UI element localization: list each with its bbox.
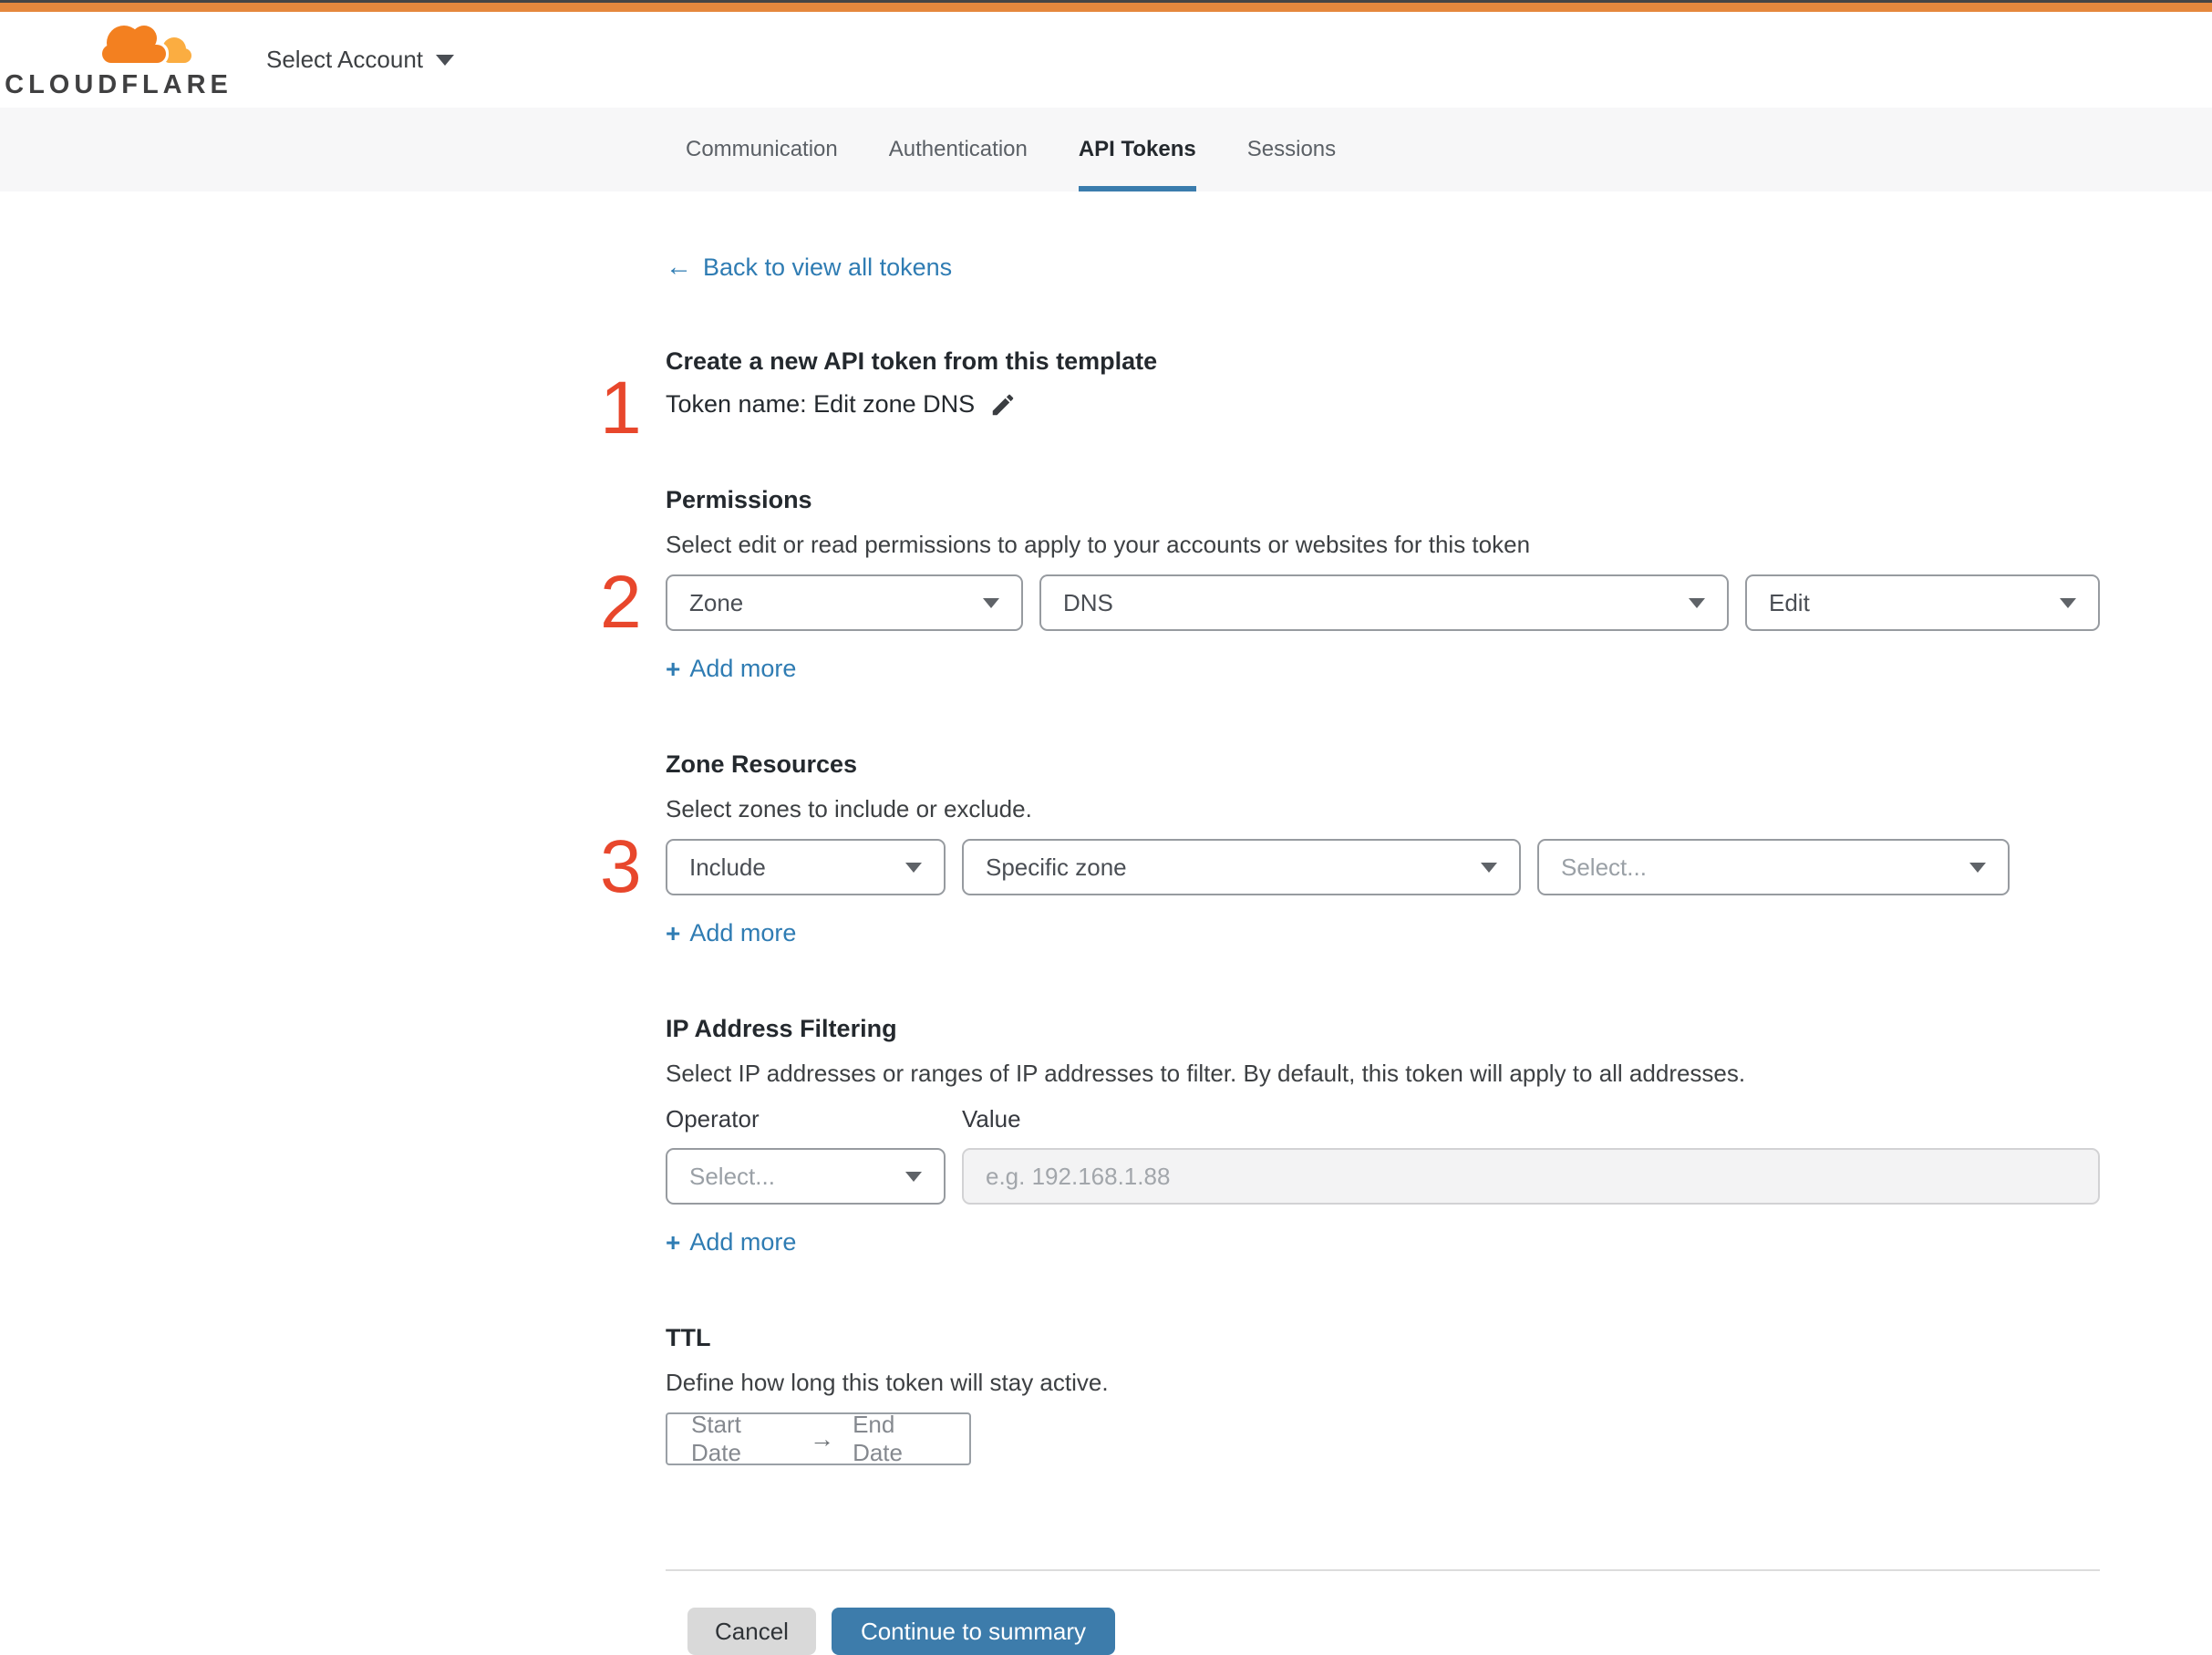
caret-down-icon [905,862,922,873]
continue-to-summary-button[interactable]: Continue to summary [831,1608,1116,1655]
footer-actions: Cancel Continue to summary [666,1608,2100,1655]
ip-filtering-row: Select... [666,1148,2100,1205]
caret-down-icon [2060,597,2076,608]
permissions-section: Permissions Select edit or read permissi… [600,486,2100,683]
ttl-date-range-picker[interactable]: Start Date → End Date [666,1411,971,1466]
caret-down-icon [905,1171,922,1182]
top-accent-bar [0,0,2212,12]
ip-filtering-title: IP Address Filtering [666,1015,897,1042]
permission-scope-select[interactable]: Zone [666,574,1023,631]
zone-name-select[interactable]: Select... [1537,839,2010,895]
plus-icon: + [666,1227,681,1257]
tab-bar: Communication Authentication API Tokens … [0,108,2212,191]
zone-type-select[interactable]: Specific zone [962,839,1521,895]
header: CLOUDFLARE Select Account [0,12,2212,108]
permissions-description: Select edit or read permissions to apply… [666,531,1531,558]
back-to-tokens-link[interactable]: ← Back to view all tokens [666,253,952,282]
ip-filtering-add-more-link[interactable]: + Add more [666,1228,796,1257]
start-date-label: Start Date [691,1411,741,1466]
zone-resources-select-row: 3 Include Specific zone Select... [600,830,2100,905]
permission-access-select[interactable]: Edit [1745,574,2100,631]
plus-icon: + [666,654,681,683]
step-number-3: 3 [600,825,642,908]
permissions-add-more-link[interactable]: + Add more [666,655,796,683]
zone-resources-section: Zone Resources Select zones to include o… [600,750,2100,947]
zone-resources-description: Select zones to include or exclude. [666,795,1032,822]
back-arrow-icon: ← [666,253,692,282]
ip-value-input[interactable] [962,1148,2100,1205]
template-section: Create a new API token from this templat… [600,347,2100,445]
permissions-title: Permissions [666,486,812,513]
tab-communication[interactable]: Communication [686,108,838,191]
tab-sessions[interactable]: Sessions [1247,108,1336,191]
permissions-select-row: 2 Zone DNS Edit [600,565,2100,640]
back-link-label: Back to view all tokens [703,253,953,281]
ttl-description: Define how long this token will stay act… [666,1369,1109,1396]
edit-pencil-icon[interactable] [989,391,1017,419]
ip-filtering-labels: Operator Value [666,1105,2100,1133]
account-selector[interactable]: Select Account [266,46,454,74]
ttl-section: TTL Define how long this token will stay… [666,1324,2100,1466]
arrow-right-icon: → [810,1424,835,1453]
tab-authentication[interactable]: Authentication [889,108,1028,191]
token-name-text: Token name: Edit zone DNS [666,390,976,418]
caret-down-icon [983,597,999,608]
step-number-1: 1 [600,366,642,450]
caret-down-icon [1689,597,1705,608]
token-name-row: 1 Token name: Edit zone DNS [600,370,2100,445]
end-date-label: End Date [853,1411,903,1466]
ip-filtering-section: IP Address Filtering Select IP addresses… [666,1015,2100,1257]
cloudflare-logo: CLOUDFLARE [5,19,228,100]
ip-filtering-description: Select IP addresses or ranges of IP addr… [666,1060,1746,1087]
plus-icon: + [666,918,681,947]
chevron-down-icon [436,54,454,66]
zone-include-select[interactable]: Include [666,839,946,895]
footer-divider [666,1569,2100,1571]
caret-down-icon [1969,862,1986,873]
cancel-button[interactable]: Cancel [687,1608,816,1655]
operator-label: Operator [666,1105,760,1133]
tab-api-tokens[interactable]: API Tokens [1078,108,1196,191]
caret-down-icon [1481,862,1497,873]
main-content: ← Back to view all tokens Create a new A… [0,191,2212,1655]
ip-operator-select[interactable]: Select... [666,1148,946,1205]
template-title: Create a new API token from this templat… [666,347,1158,375]
step-number-2: 2 [600,561,642,644]
ttl-title: TTL [666,1324,711,1351]
zone-resources-add-more-link[interactable]: + Add more [666,919,796,947]
zone-resources-title: Zone Resources [666,750,858,778]
cloudflare-cloud-icon [99,23,191,66]
value-label: Value [962,1105,1021,1133]
cloudflare-wordmark: CLOUDFLARE [5,70,233,99]
account-selector-label: Select Account [266,46,423,73]
permission-group-select[interactable]: DNS [1039,574,1729,631]
